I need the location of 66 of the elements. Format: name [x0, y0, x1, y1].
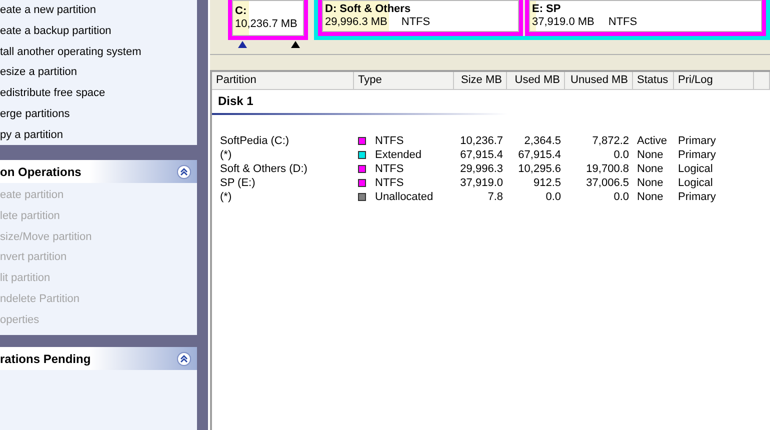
section-title: rations Pending [0, 350, 91, 368]
table-cell: None [637, 163, 664, 175]
partition-label: D: Soft & Others [325, 3, 412, 16]
table-cell: 67,915.4 [518, 149, 561, 161]
partition-size: 29,996.3 MB [325, 16, 388, 28]
table-cell-text: (*) [219, 148, 233, 162]
column-header[interactable]: Size MB [454, 72, 507, 90]
partition-block[interactable]: E: SP 37,919.0 MB NTFS [525, 0, 766, 36]
table-cell-text: SoftPedia (C:) [219, 134, 290, 148]
header-filler [754, 72, 770, 90]
partition-label: E: SP [532, 3, 562, 16]
table-cell: Primary [678, 191, 716, 203]
table-cell: Unallocated [375, 191, 434, 203]
table-cell-text: (*) [219, 190, 233, 204]
table-cell: NTFS [375, 163, 404, 175]
partition-size: 10,236.7 MB [235, 18, 298, 30]
column-header[interactable]: Status [633, 72, 674, 90]
partition-block[interactable]: D: Soft & Others 29,996.3 MB NTFS [318, 0, 523, 36]
file-system: NTFS [608, 16, 638, 28]
table-cell: None [637, 177, 664, 189]
table-cell: NTFS [375, 135, 404, 147]
collapse-icon[interactable] [177, 164, 191, 178]
column-header[interactable]: Used MB [507, 72, 565, 90]
task-link[interactable]: tall another operating system [0, 42, 197, 62]
partition-size: 37,919.0 MB [532, 16, 594, 28]
table-cell-text: SP (E:) [219, 176, 256, 190]
table-cell: 0.0 [614, 191, 629, 203]
table-cell: 37,919.0 [460, 177, 503, 189]
table-cell: 10,236.7 [460, 135, 503, 147]
table-cell: 10,295.6 [518, 163, 561, 175]
table-cell: None [637, 191, 664, 203]
table-cell: 19,700.8 [586, 163, 629, 175]
task-link[interactable]: edistribute free space [0, 83, 197, 104]
task-link[interactable]: eate a new partition [0, 0, 197, 21]
file-system: NTFS [401, 16, 430, 28]
table-cell-text: Soft & Others (D:) [219, 162, 308, 176]
table-cell: 67,915.4 [460, 149, 503, 161]
table-cell: 2,364.5 [524, 135, 561, 147]
table-cell: Primary [678, 135, 716, 147]
column-header[interactable]: Pri/Log [674, 72, 754, 90]
section-title: on Operations [0, 164, 82, 180]
table-cell: Active [637, 135, 667, 147]
table-cell: 7,872.2 [592, 135, 629, 147]
table-cell: None [637, 149, 664, 161]
table-cell: 37,006.5 [586, 177, 629, 189]
column-header[interactable]: Partition [212, 72, 354, 90]
collapse-icon[interactable] [177, 352, 191, 366]
partition-label: C: [235, 5, 248, 18]
table-cell: Primary [678, 149, 716, 161]
column-header[interactable]: Type [354, 72, 454, 90]
table-cell: 7.8 [488, 191, 503, 203]
table-cell: 0.0 [614, 149, 629, 161]
task-link[interactable]: py a partition [0, 124, 197, 146]
task-link[interactable]: esize a partition [0, 62, 197, 84]
task-link[interactable]: erge partitions [0, 104, 197, 125]
table-cell: Logical [678, 177, 713, 189]
table-cell: Extended [375, 149, 422, 161]
table-cell: 29,996.3 [460, 163, 503, 175]
table-cell: 0.0 [546, 191, 561, 203]
column-header[interactable]: Unused MB [565, 72, 633, 90]
task-link[interactable]: eate a backup partition [0, 20, 197, 42]
partition-block[interactable]: C: 10,236.7 MB [228, 0, 308, 40]
table-cell: NTFS [375, 177, 404, 189]
disk-heading: Disk 1 [212, 90, 507, 115]
table-cell: Logical [678, 163, 713, 175]
table-cell: 912.5 [533, 177, 561, 189]
